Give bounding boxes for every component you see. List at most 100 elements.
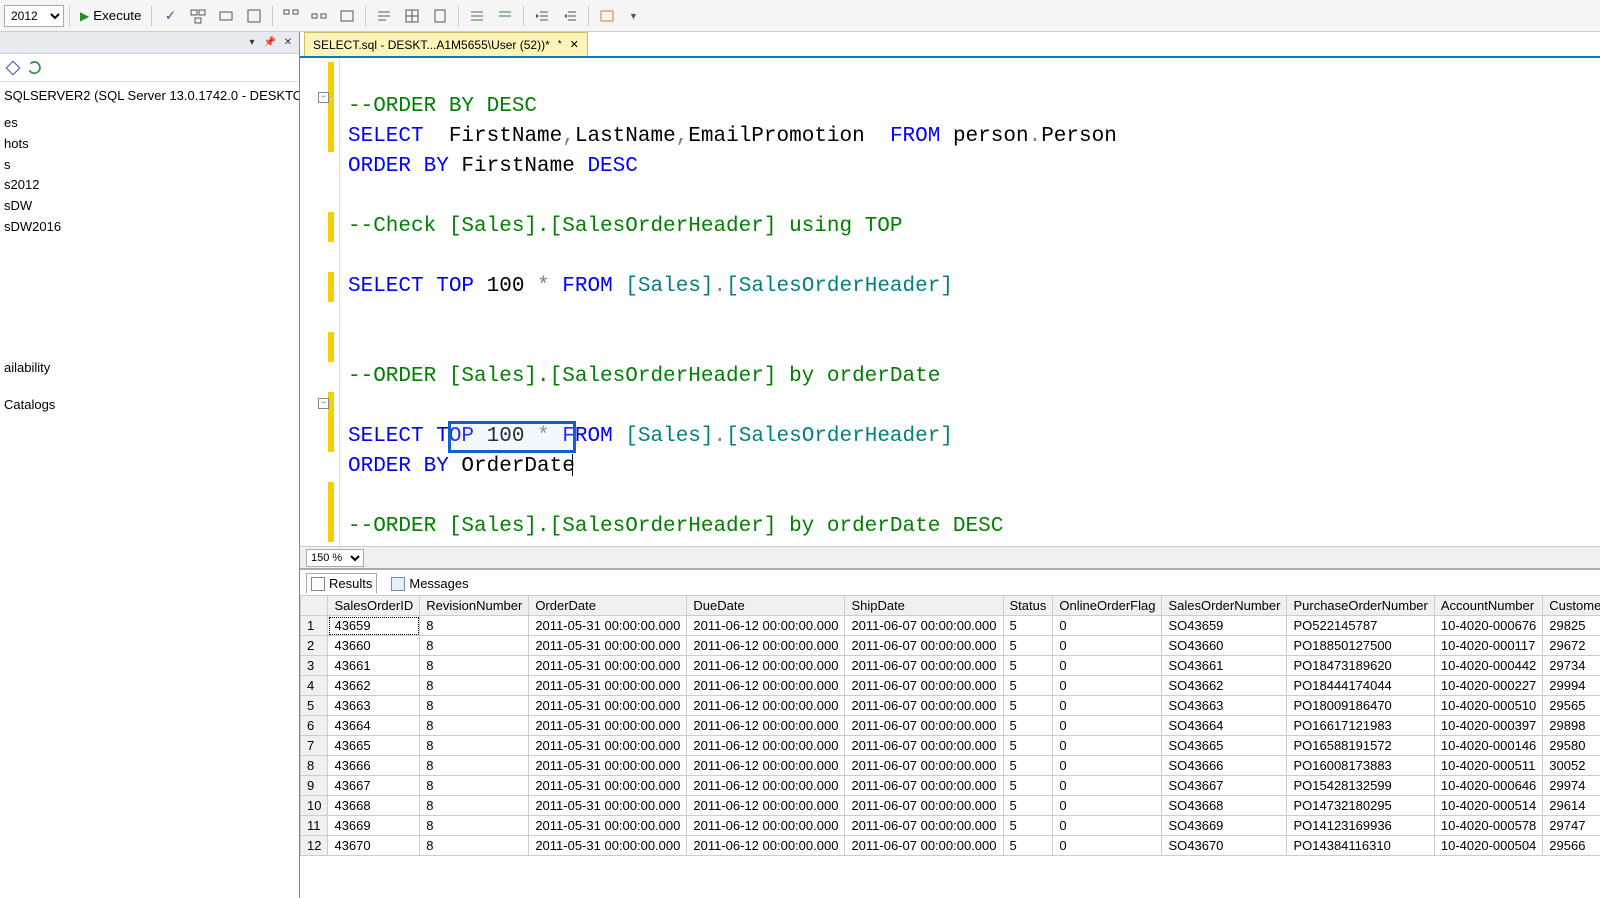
table-cell[interactable]: 2011-05-31 00:00:00.000 (529, 756, 687, 776)
table-cell[interactable]: 10-4020-000146 (1434, 736, 1542, 756)
results-grid-wrap[interactable]: SalesOrderIDRevisionNumberOrderDateDueDa… (300, 595, 1600, 898)
table-cell[interactable]: 5 (1003, 836, 1053, 856)
execute-button[interactable]: ▶ Execute (75, 5, 146, 27)
table-cell[interactable]: 29734 (1543, 656, 1600, 676)
table-cell[interactable]: SO43669 (1162, 816, 1287, 836)
column-header[interactable]: Status (1003, 596, 1053, 616)
table-cell[interactable]: 2011-06-12 00:00:00.000 (687, 756, 845, 776)
table-cell[interactable]: 2011-05-31 00:00:00.000 (529, 636, 687, 656)
table-cell[interactable]: 7 (301, 736, 328, 756)
results-text-button[interactable] (371, 5, 397, 27)
table-cell[interactable]: PO18473189620 (1287, 656, 1434, 676)
table-cell[interactable]: 43660 (328, 636, 420, 656)
table-cell[interactable]: 29614 (1543, 796, 1600, 816)
table-cell[interactable]: 2011-06-07 00:00:00.000 (845, 676, 1003, 696)
table-cell[interactable]: 43667 (328, 776, 420, 796)
table-cell[interactable]: 2011-06-07 00:00:00.000 (845, 776, 1003, 796)
tree-item[interactable]: hots (2, 134, 297, 155)
decrease-indent-button[interactable] (529, 5, 555, 27)
table-row[interactable]: 74366582011-05-31 00:00:00.0002011-06-12… (301, 736, 1600, 756)
table-cell[interactable]: 29747 (1543, 816, 1600, 836)
column-header[interactable]: OrderDate (529, 596, 687, 616)
table-cell[interactable]: 9 (301, 776, 328, 796)
table-cell[interactable]: 10-4020-000442 (1434, 656, 1542, 676)
table-cell[interactable]: 8 (420, 676, 529, 696)
table-cell[interactable]: 2011-06-07 00:00:00.000 (845, 656, 1003, 676)
code-content[interactable]: --ORDER BY DESC SELECT FirstName,LastNam… (340, 58, 1600, 546)
column-header[interactable]: SalesOrderNumber (1162, 596, 1287, 616)
table-cell[interactable]: 29565 (1543, 696, 1600, 716)
table-cell[interactable]: 2011-05-31 00:00:00.000 (529, 676, 687, 696)
table-cell[interactable]: 2011-06-12 00:00:00.000 (687, 736, 845, 756)
table-row[interactable]: 104366882011-05-31 00:00:00.0002011-06-1… (301, 796, 1600, 816)
table-row[interactable]: 14365982011-05-31 00:00:00.0002011-06-12… (301, 616, 1600, 636)
table-cell[interactable]: 5 (1003, 756, 1053, 776)
fold-icon[interactable]: − (318, 92, 329, 103)
tree-item[interactable]: s2012 (2, 175, 297, 196)
zoom-combo[interactable]: 150 % (306, 549, 364, 567)
query-options-button[interactable] (213, 5, 239, 27)
tree-item[interactable]: s (2, 155, 297, 176)
uncomment-button[interactable] (492, 5, 518, 27)
table-cell[interactable]: 10-4020-000510 (1434, 696, 1542, 716)
table-cell[interactable]: 10 (301, 796, 328, 816)
table-cell[interactable]: 43659 (328, 616, 420, 636)
table-cell[interactable]: 0 (1053, 716, 1162, 736)
table-cell[interactable]: 5 (1003, 616, 1053, 636)
table-cell[interactable]: 0 (1053, 636, 1162, 656)
table-cell[interactable]: 2011-06-07 00:00:00.000 (845, 796, 1003, 816)
table-cell[interactable]: 2011-05-31 00:00:00.000 (529, 696, 687, 716)
column-header[interactable]: SalesOrderID (328, 596, 420, 616)
tree-item[interactable]: Catalogs (2, 395, 297, 416)
table-cell[interactable]: 0 (1053, 756, 1162, 776)
table-cell[interactable]: 5 (1003, 676, 1053, 696)
table-cell[interactable]: 5 (1003, 656, 1053, 676)
table-cell[interactable]: 2011-06-12 00:00:00.000 (687, 696, 845, 716)
column-header[interactable]: PurchaseOrderNumber (1287, 596, 1434, 616)
table-cell[interactable]: SO43661 (1162, 656, 1287, 676)
table-cell[interactable]: 8 (420, 656, 529, 676)
table-cell[interactable]: 5 (1003, 816, 1053, 836)
table-cell[interactable]: 2011-06-12 00:00:00.000 (687, 816, 845, 836)
table-cell[interactable]: 2011-05-31 00:00:00.000 (529, 716, 687, 736)
table-row[interactable]: 34366182011-05-31 00:00:00.0002011-06-12… (301, 656, 1600, 676)
table-cell[interactable]: 2011-06-12 00:00:00.000 (687, 776, 845, 796)
table-cell[interactable]: 43670 (328, 836, 420, 856)
table-cell[interactable]: 0 (1053, 656, 1162, 676)
table-cell[interactable]: SO43662 (1162, 676, 1287, 696)
table-cell[interactable]: 10-4020-000646 (1434, 776, 1542, 796)
table-cell[interactable]: SO43665 (1162, 736, 1287, 756)
table-cell[interactable]: 2011-06-12 00:00:00.000 (687, 676, 845, 696)
table-cell[interactable]: 8 (420, 636, 529, 656)
table-cell[interactable]: 8 (420, 796, 529, 816)
table-cell[interactable]: 2011-06-12 00:00:00.000 (687, 796, 845, 816)
comment-button[interactable] (464, 5, 490, 27)
tab-messages[interactable]: Messages (387, 574, 472, 593)
table-cell[interactable]: 2011-05-31 00:00:00.000 (529, 796, 687, 816)
table-cell[interactable]: PO14384116310 (1287, 836, 1434, 856)
table-cell[interactable]: 2011-06-07 00:00:00.000 (845, 836, 1003, 856)
table-cell[interactable]: 0 (1053, 676, 1162, 696)
table-cell[interactable]: 5 (1003, 696, 1053, 716)
table-cell[interactable]: 0 (1053, 696, 1162, 716)
table-cell[interactable]: SO43668 (1162, 796, 1287, 816)
table-cell[interactable]: SO43670 (1162, 836, 1287, 856)
table-cell[interactable]: SO43664 (1162, 716, 1287, 736)
table-cell[interactable]: SO43663 (1162, 696, 1287, 716)
table-row[interactable]: 84366682011-05-31 00:00:00.0002011-06-12… (301, 756, 1600, 776)
table-cell[interactable]: 2011-05-31 00:00:00.000 (529, 836, 687, 856)
tree-item[interactable]: es (2, 113, 297, 134)
table-cell[interactable]: SO43667 (1162, 776, 1287, 796)
table-cell[interactable]: PO15428132599 (1287, 776, 1434, 796)
table-cell[interactable]: 43663 (328, 696, 420, 716)
table-cell[interactable]: 2011-06-12 00:00:00.000 (687, 636, 845, 656)
table-cell[interactable]: 29580 (1543, 736, 1600, 756)
table-row[interactable]: 54366382011-05-31 00:00:00.0002011-06-12… (301, 696, 1600, 716)
table-cell[interactable]: 2011-05-31 00:00:00.000 (529, 616, 687, 636)
table-cell[interactable]: 8 (301, 756, 328, 776)
table-cell[interactable]: SO43666 (1162, 756, 1287, 776)
table-cell[interactable]: 29672 (1543, 636, 1600, 656)
column-header[interactable]: DueDate (687, 596, 845, 616)
table-cell[interactable]: 29994 (1543, 676, 1600, 696)
table-cell[interactable]: 10-4020-000504 (1434, 836, 1542, 856)
